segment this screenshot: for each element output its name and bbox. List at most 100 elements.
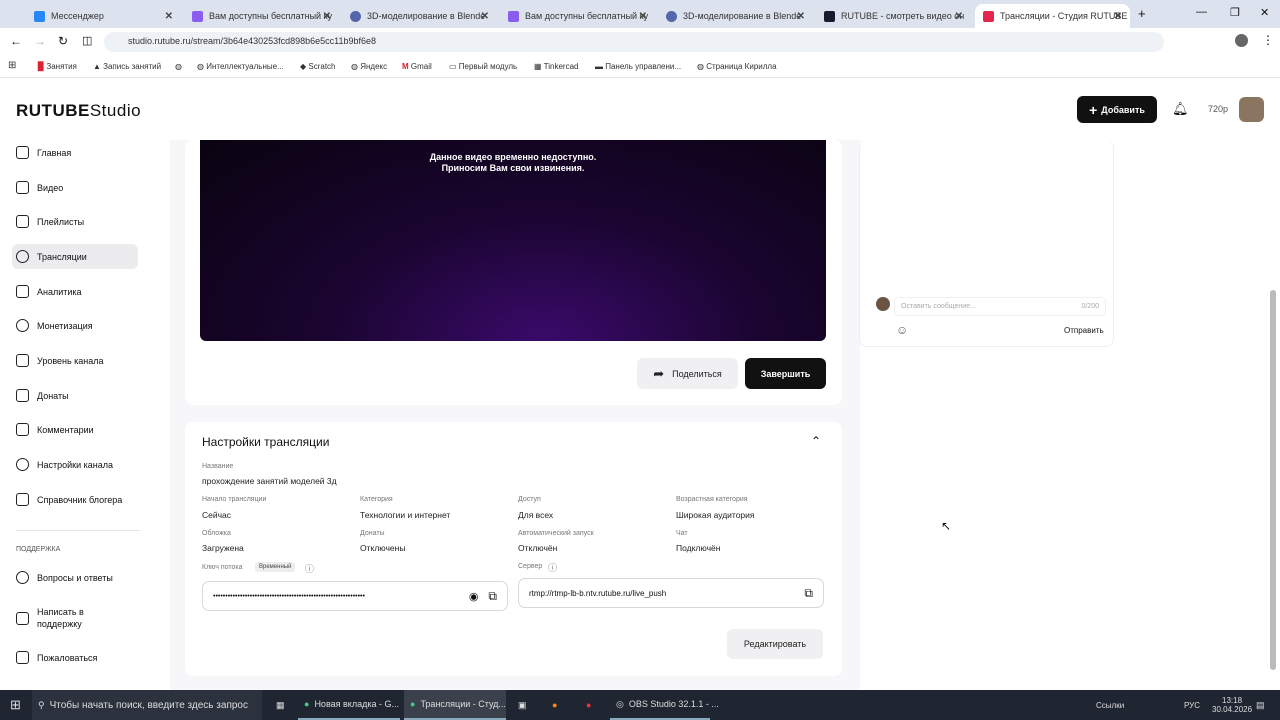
sidebar-item-blogger-guide[interactable]: Справочник блогера	[12, 487, 138, 512]
copy-icon[interactable]: ⧉	[804, 586, 813, 601]
close-tab-icon[interactable]: ✕	[323, 11, 331, 22]
rutube-studio-logo[interactable]: RUTUBEStudio	[16, 101, 141, 121]
taskbar-app[interactable]: ● Новая вкладка - G...	[298, 690, 400, 720]
sidebar-item-playlists[interactable]: Плейлисты	[12, 209, 138, 234]
taskbar-app[interactable]: ◎ OBS Studio 32.1.1 - ...	[610, 690, 719, 720]
ruble-icon	[16, 319, 29, 332]
language-indicator[interactable]: РУС	[1178, 690, 1206, 720]
bookmark[interactable]: ▉ Занятия	[38, 62, 77, 71]
sidebar-item-streams[interactable]: Трансляции	[12, 244, 138, 269]
emoji-icon[interactable]: ☺	[896, 323, 908, 337]
browser-tab[interactable]: Вам доступны бесплатный ку ✕	[184, 4, 339, 28]
bookmark[interactable]: ▬ Панель управлени...	[595, 62, 681, 71]
sidebar-item-report[interactable]: Пожаловаться	[12, 645, 138, 670]
profile-avatar[interactable]	[1235, 34, 1248, 47]
book-icon	[16, 493, 29, 506]
browser-tab[interactable]: Мессенджер ✕	[26, 4, 181, 28]
eye-icon[interactable]: ◉	[469, 590, 479, 603]
bookmark[interactable]: ▭ Первый модуль	[449, 62, 517, 71]
chat-user-avatar	[876, 297, 890, 311]
sidebar-item-analytics[interactable]: Аналитика	[12, 279, 138, 304]
close-tab-icon[interactable]: ✕	[481, 11, 489, 22]
start-icon[interactable]: ⊞	[4, 690, 27, 720]
bell-icon[interactable]: 🔔︎	[1172, 101, 1189, 117]
divider	[16, 530, 140, 531]
site-icon	[350, 10, 361, 22]
sidebar-item-monetization[interactable]: Монетизация	[12, 313, 138, 338]
new-tab-icon[interactable]: +	[1138, 6, 1146, 21]
site-icon	[666, 10, 677, 22]
close-tab-icon[interactable]: ✕	[165, 11, 173, 22]
field-label: Начало трансляции	[202, 496, 267, 503]
quality-label[interactable]: 720p	[1208, 104, 1228, 114]
search-icon: ⚲	[38, 699, 45, 710]
bookmark[interactable]: ◍ Яндекс	[351, 62, 387, 71]
collapse-chevron-icon[interactable]: ⌃	[811, 434, 821, 448]
close-tab-icon[interactable]: ✕	[955, 11, 963, 22]
reload-icon[interactable]: ↻	[58, 34, 68, 48]
taskbar-app-active[interactable]: ● Трансляции - Студ...	[404, 690, 506, 720]
bookmark[interactable]: ▲ Запись занятий	[93, 62, 161, 71]
sidebar-item-videos[interactable]: Видео	[12, 175, 138, 200]
close-tab-icon[interactable]: ✕	[1114, 11, 1122, 22]
send-button[interactable]: Отправить	[1064, 326, 1104, 335]
scrollbar[interactable]	[1270, 290, 1276, 670]
char-counter: 0/200	[1081, 303, 1099, 310]
sidebar-item-channel-level[interactable]: Уровень канала	[12, 348, 138, 373]
url-input[interactable]: studio.rutube.ru/stream/3b64e430253fcd89…	[104, 32, 1164, 52]
bookmark[interactable]: ▦ Tinkercad	[534, 62, 578, 71]
donation-icon	[16, 389, 29, 402]
user-avatar[interactable]	[1239, 97, 1264, 122]
sidepanel-icon[interactable]: ◫	[82, 34, 92, 47]
help-icon[interactable]: ⓘ	[548, 561, 557, 574]
broadcast-icon	[16, 250, 29, 263]
bookmark[interactable]: ◍ Интеллектуальные...	[197, 62, 284, 71]
server-url-field[interactable]: rtmp://rtmp-lb-b.ntv.rutube.ru/live_push…	[518, 578, 824, 608]
task-view-icon[interactable]: ▦	[270, 690, 291, 720]
sidebar-item-donations[interactable]: Донаты	[12, 383, 138, 408]
taskbar-search[interactable]: ⚲ Чтобы начать поиск, введите здесь запро…	[32, 690, 262, 720]
finish-stream-button[interactable]: Завершить	[745, 358, 826, 389]
copy-icon[interactable]: ⧉	[488, 589, 497, 604]
bookmark[interactable]: ◍ Страница Кирилла	[697, 62, 777, 71]
stream-key-field[interactable]: ••••••••••••••••••••••••••••••••••••••••…	[202, 581, 508, 611]
browser-tab[interactable]: Вам доступны бесплатный ку ✕	[500, 4, 655, 28]
edit-button[interactable]: Редактировать	[727, 629, 823, 659]
video-player[interactable]: Данное видео временно недоступно. Приноси…	[200, 140, 826, 341]
share-button[interactable]: ➦ Поделиться	[637, 358, 738, 389]
help-icon[interactable]: ⓘ	[305, 562, 314, 575]
plus-icon: +	[1089, 101, 1098, 118]
sidebar-item-comments[interactable]: Комментарии	[12, 417, 138, 442]
bookmark[interactable]: ◆ Scratch	[300, 62, 336, 71]
notifications-icon[interactable]: ▤	[1250, 690, 1271, 720]
browser-tab-active[interactable]: Трансляции - Студия RUTUBE ✕	[975, 4, 1130, 28]
terminal-icon[interactable]: ▣	[512, 690, 533, 720]
close-tab-icon[interactable]: ✕	[639, 11, 647, 22]
field-label: Автоматический запуск	[518, 530, 594, 537]
firefox-icon[interactable]: ●	[546, 690, 563, 720]
browser-tab[interactable]: 3D-моделирование в Blende ✕	[342, 4, 497, 28]
sidebar-item-channel-settings[interactable]: Настройки канала	[12, 452, 138, 477]
tray-links[interactable]: Ссылки	[1090, 690, 1130, 720]
chat-panel: Оставить сообщение... 0/200 ☺ Отправить	[859, 140, 1114, 347]
browser-tab[interactable]: 3D-моделирование в Blende ✕	[658, 4, 813, 28]
restore-icon[interactable]: ❐	[1230, 6, 1240, 19]
add-button[interactable]: + Добавить	[1077, 96, 1157, 123]
apps-icon[interactable]: ⊞	[8, 60, 16, 71]
globe-icon[interactable]: ◍	[175, 62, 182, 71]
close-tab-icon[interactable]: ✕	[797, 11, 805, 22]
sidebar-item-faq[interactable]: Вопросы и ответы	[12, 565, 138, 590]
field-label: Название	[202, 463, 234, 470]
minimize-icon[interactable]: —	[1196, 6, 1207, 18]
forward-icon[interactable]: →	[34, 34, 46, 48]
field-label: Ключ потока	[202, 564, 243, 571]
chat-message-input[interactable]: Оставить сообщение... 0/200	[894, 297, 1106, 316]
browser-tab[interactable]: RUTUBE - смотреть видео он ✕	[816, 4, 971, 28]
yandex-icon[interactable]: ●	[580, 690, 597, 720]
bookmark[interactable]: M Gmail	[402, 62, 432, 71]
back-icon[interactable]: ←	[10, 34, 22, 48]
menu-icon[interactable]: ⋮	[1262, 33, 1274, 47]
sidebar-item-contact-support[interactable]: Написать в поддержку	[12, 603, 138, 633]
sidebar-item-home[interactable]: Главная	[12, 140, 138, 165]
close-window-icon[interactable]: ✕	[1260, 6, 1269, 19]
